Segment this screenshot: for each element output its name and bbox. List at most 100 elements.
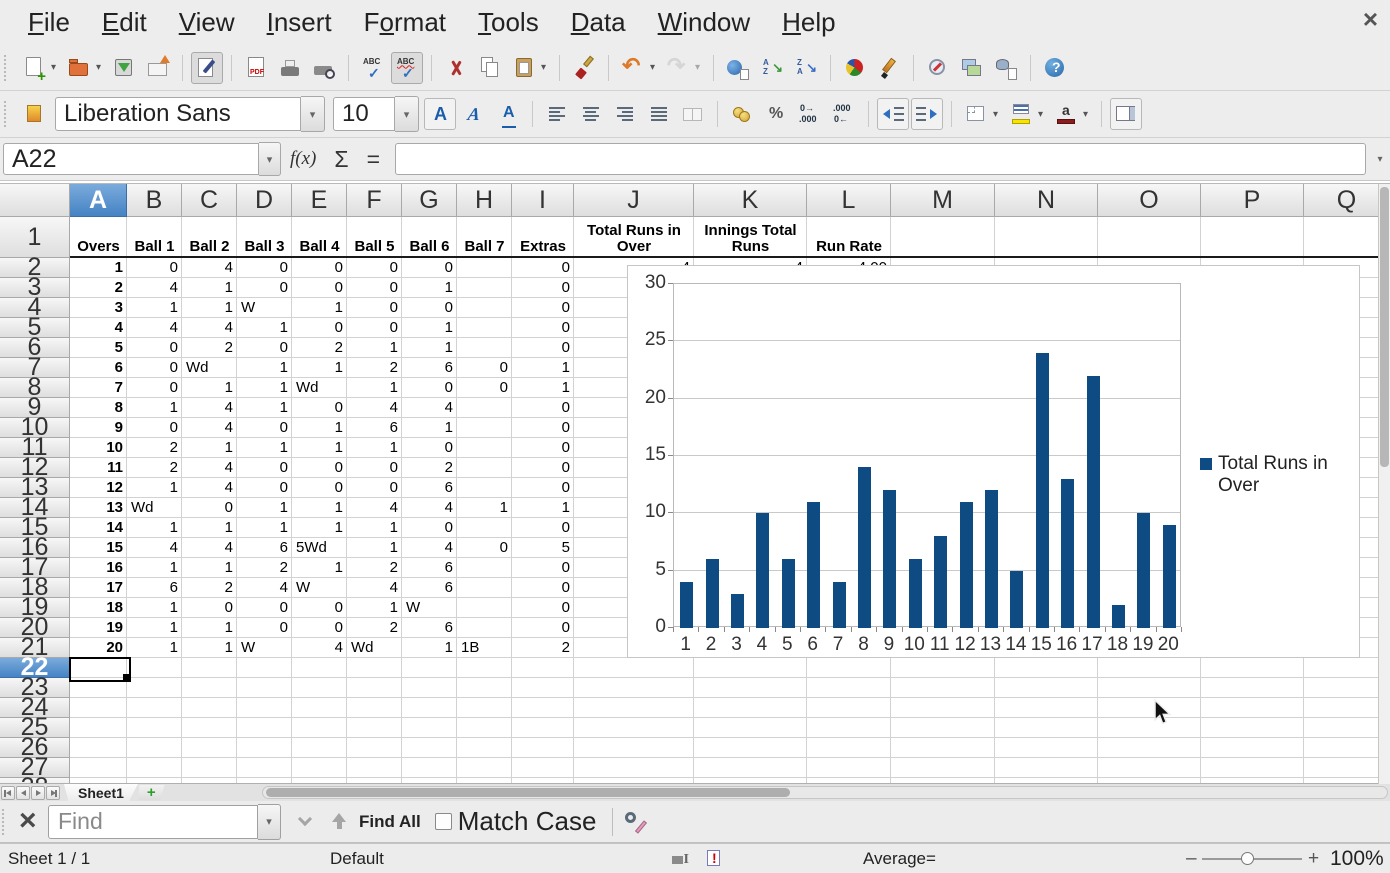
- paste-button[interactable]: ▾: [508, 52, 551, 84]
- background-color-dropdown-arrow[interactable]: ▾: [1035, 109, 1046, 120]
- currency-button[interactable]: [726, 98, 758, 130]
- cell-C14[interactable]: 0: [182, 498, 237, 518]
- cell-E13[interactable]: 0: [292, 478, 347, 498]
- cell-E5[interactable]: 0: [292, 318, 347, 338]
- cell-A13[interactable]: 12: [70, 478, 127, 498]
- cell-E17[interactable]: 1: [292, 558, 347, 578]
- cell-C19[interactable]: 0: [182, 598, 237, 618]
- cell-G18[interactable]: 6: [402, 578, 457, 598]
- horizontal-scrollbar[interactable]: [262, 786, 1388, 799]
- find-input[interactable]: [48, 805, 258, 839]
- cell-A17[interactable]: 16: [70, 558, 127, 578]
- cell-A12[interactable]: 11: [70, 458, 127, 478]
- cell-E8[interactable]: Wd: [292, 378, 347, 398]
- equals-icon[interactable]: =: [367, 146, 380, 173]
- vertical-scrollbar[interactable]: [1378, 184, 1390, 784]
- cell-B18[interactable]: 6: [127, 578, 182, 598]
- cell-B9[interactable]: 1: [127, 398, 182, 418]
- zoom-in-icon[interactable]: +: [1308, 848, 1319, 870]
- cell-B2[interactable]: 0: [127, 258, 182, 278]
- cell-F11[interactable]: 1: [347, 438, 402, 458]
- cell-D11[interactable]: 1: [237, 438, 292, 458]
- cell-B14[interactable]: Wd: [127, 498, 182, 518]
- cell-F3[interactable]: 0: [347, 278, 402, 298]
- print-button[interactable]: [274, 52, 306, 84]
- cell-B5[interactable]: 4: [127, 318, 182, 338]
- cell-G9[interactable]: 4: [402, 398, 457, 418]
- undo-button[interactable]: ▾: [617, 52, 660, 84]
- cell-I12[interactable]: 0: [512, 458, 574, 478]
- cell-I2[interactable]: 0: [512, 258, 574, 278]
- styles-button[interactable]: [18, 98, 50, 130]
- increase-indent-button[interactable]: [911, 98, 943, 130]
- hyperlink-button[interactable]: [722, 52, 754, 84]
- data-sources-button[interactable]: [990, 52, 1022, 84]
- cell-E2[interactable]: 0: [292, 258, 347, 278]
- cell-G14[interactable]: 4: [402, 498, 457, 518]
- cell-A21[interactable]: 20: [70, 638, 127, 658]
- cell-E4[interactable]: 1: [292, 298, 347, 318]
- cell-I17[interactable]: 0: [512, 558, 574, 578]
- align-justify-button[interactable]: [643, 98, 675, 130]
- cell-G15[interactable]: 0: [402, 518, 457, 538]
- previous-sheet-button[interactable]: [16, 786, 30, 800]
- cell-I3[interactable]: 0: [512, 278, 574, 298]
- zoom-level[interactable]: 100%: [1330, 847, 1384, 871]
- cell-E19[interactable]: 0: [292, 598, 347, 618]
- cell-C5[interactable]: 4: [182, 318, 237, 338]
- cell-B19[interactable]: 1: [127, 598, 182, 618]
- menu-help[interactable]: Help: [766, 7, 851, 38]
- cell-L1[interactable]: Run Rate: [808, 217, 890, 258]
- cell-E18[interactable]: W: [292, 578, 347, 598]
- document-modified-icon[interactable]: [700, 845, 728, 873]
- menu-file[interactable]: File: [12, 7, 86, 38]
- cell-F16[interactable]: 1: [347, 538, 402, 558]
- font-color-button[interactable]: ▾: [1050, 98, 1093, 130]
- cell-E1[interactable]: Ball 4: [293, 217, 346, 258]
- menu-window[interactable]: Window: [642, 7, 766, 38]
- cell-F17[interactable]: 2: [347, 558, 402, 578]
- cell-B17[interactable]: 1: [127, 558, 182, 578]
- cell-F14[interactable]: 4: [347, 498, 402, 518]
- sum-icon[interactable]: Σ: [334, 146, 348, 173]
- window-close-button[interactable]: ×: [1363, 6, 1378, 32]
- column-header-I[interactable]: I: [512, 184, 574, 217]
- cell-D8[interactable]: 1: [237, 378, 292, 398]
- cell-C1[interactable]: Ball 2: [183, 217, 236, 258]
- column-header-C[interactable]: C: [182, 184, 237, 217]
- redo-button[interactable]: ▾: [662, 52, 705, 84]
- vertical-scrollbar-thumb[interactable]: [1380, 187, 1389, 467]
- auto-spellcheck-button[interactable]: [391, 52, 423, 84]
- cell-I11[interactable]: 0: [512, 438, 574, 458]
- navigator-button[interactable]: [922, 52, 954, 84]
- next-sheet-button[interactable]: [31, 786, 45, 800]
- menu-data[interactable]: Data: [555, 7, 642, 38]
- cell-F10[interactable]: 6: [347, 418, 402, 438]
- cell-E11[interactable]: 1: [292, 438, 347, 458]
- column-header-N[interactable]: N: [995, 184, 1098, 217]
- cell-F13[interactable]: 0: [347, 478, 402, 498]
- cell-C17[interactable]: 1: [182, 558, 237, 578]
- cell-B4[interactable]: 1: [127, 298, 182, 318]
- cell-F21[interactable]: Wd: [347, 638, 402, 658]
- cell-A4[interactable]: 3: [70, 298, 127, 318]
- cell-D7[interactable]: 1: [237, 358, 292, 378]
- cell-K1[interactable]: Innings Total Runs: [695, 217, 806, 258]
- cell-E15[interactable]: 1: [292, 518, 347, 538]
- insert-chart-button[interactable]: [839, 52, 871, 84]
- cell-F19[interactable]: 1: [347, 598, 402, 618]
- cell-G6[interactable]: 1: [402, 338, 457, 358]
- cell-G17[interactable]: 6: [402, 558, 457, 578]
- new-document-button[interactable]: ▾: [18, 52, 61, 84]
- find-previous-icon[interactable]: [325, 808, 353, 836]
- cell-E21[interactable]: 4: [292, 638, 347, 658]
- cell-D5[interactable]: 1: [237, 318, 292, 338]
- cell-C2[interactable]: 4: [182, 258, 237, 278]
- toolbar-grip[interactable]: [4, 101, 13, 127]
- cell-G21[interactable]: 1: [402, 638, 457, 658]
- page-style-status[interactable]: Default: [330, 849, 384, 869]
- cell-D19[interactable]: 0: [237, 598, 292, 618]
- cell-I20[interactable]: 0: [512, 618, 574, 638]
- cell-C4[interactable]: 1: [182, 298, 237, 318]
- sort-ascending-button[interactable]: [756, 52, 788, 84]
